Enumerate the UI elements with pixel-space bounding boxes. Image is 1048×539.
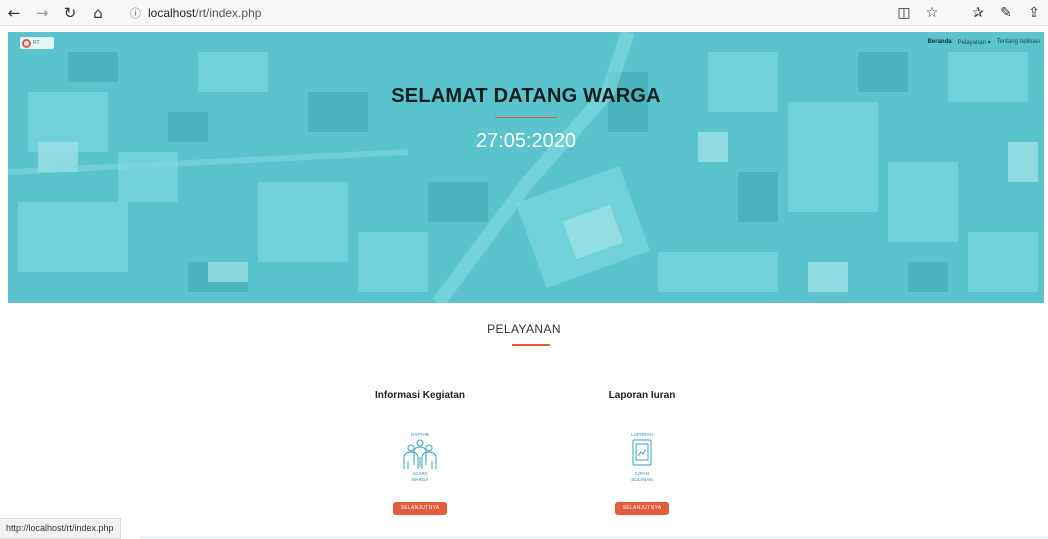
share-icon[interactable]: ⇪ [1020, 0, 1048, 26]
browser-tools: ◫ ☆ ✰ ✎ ⇪ [890, 0, 1048, 26]
pen-icon[interactable]: ✎ [992, 0, 1020, 26]
refresh-icon[interactable]: ↻ [56, 0, 84, 26]
card-title: Laporan Iuran [608, 390, 676, 401]
favorites-hub-icon[interactable]: ✰ [964, 0, 992, 26]
selanjutnya-button-laporan[interactable]: SELANJUTNYA [615, 502, 669, 515]
browser-toolbar: ← → ↻ ⌂ ⓘ localhost/rt/index.php ◫ ☆ ✰ ✎… [0, 0, 1048, 26]
favorite-icon[interactable]: ☆ [918, 0, 946, 26]
service-card-laporan-iuran: Laporan Iuran LAPORAN IURAN BULANAN SELA… [572, 390, 712, 515]
back-icon[interactable]: ← [0, 0, 28, 26]
icon-label-bottom: WARGA [412, 477, 429, 482]
hero-date: 27:05:2020 [475, 130, 577, 152]
icon-label-bottom: BULANAN [631, 477, 652, 482]
url-text[interactable]: localhost/rt/index.php [148, 6, 261, 20]
icon-label-top: DAFTAR [411, 432, 429, 437]
hero-title: SELAMAT DATANG WARGA [391, 85, 661, 107]
site-logo[interactable]: RT [20, 37, 54, 49]
icon-label-mid: ACARA [412, 471, 428, 476]
nav-tentang-aplikasi[interactable]: Tentang Aplikasi [997, 39, 1040, 46]
aerial-background-image [8, 32, 1044, 303]
services-title: PELAYANAN [487, 322, 561, 336]
services-divider [512, 344, 550, 346]
nav-beranda[interactable]: Beranda [928, 39, 952, 46]
url-host: localhost [148, 5, 196, 20]
home-icon[interactable]: ⌂ [84, 0, 112, 26]
report-document-icon: LAPORAN IURAN BULANAN [631, 432, 653, 482]
nav-pelayanan[interactable]: Pelayanan ▾ [958, 39, 991, 46]
hero-divider [495, 117, 557, 118]
url-path: /rt/index.php [195, 5, 262, 20]
card-title: Informasi Kegiatan [374, 390, 466, 401]
status-bar-url: http://localhost/rt/index.php [0, 518, 121, 539]
icon-label-mid: IURAN [635, 471, 649, 476]
selanjutnya-button-informasi[interactable]: SELANJUTNYA [393, 502, 447, 515]
main-nav: Beranda Pelayanan ▾ Tentang Aplikasi [928, 39, 1040, 46]
logo-mark-icon [22, 38, 31, 48]
forward-icon[interactable]: → [28, 0, 56, 26]
hero-banner: RT Beranda Pelayanan ▾ Tentang Aplikasi … [8, 32, 1044, 303]
logo-text: RT [33, 40, 40, 46]
info-icon[interactable]: ⓘ [130, 5, 148, 21]
service-card-informasi-kegiatan: Informasi Kegiatan DAFTAR ACARA WARGA SE… [350, 390, 490, 515]
icon-label-top: LAPORAN [631, 432, 653, 437]
reading-view-icon[interactable]: ◫ [890, 0, 918, 26]
address-bar[interactable]: ⓘ localhost/rt/index.php [130, 3, 261, 23]
people-icon: DAFTAR ACARA WARGA [403, 432, 437, 482]
